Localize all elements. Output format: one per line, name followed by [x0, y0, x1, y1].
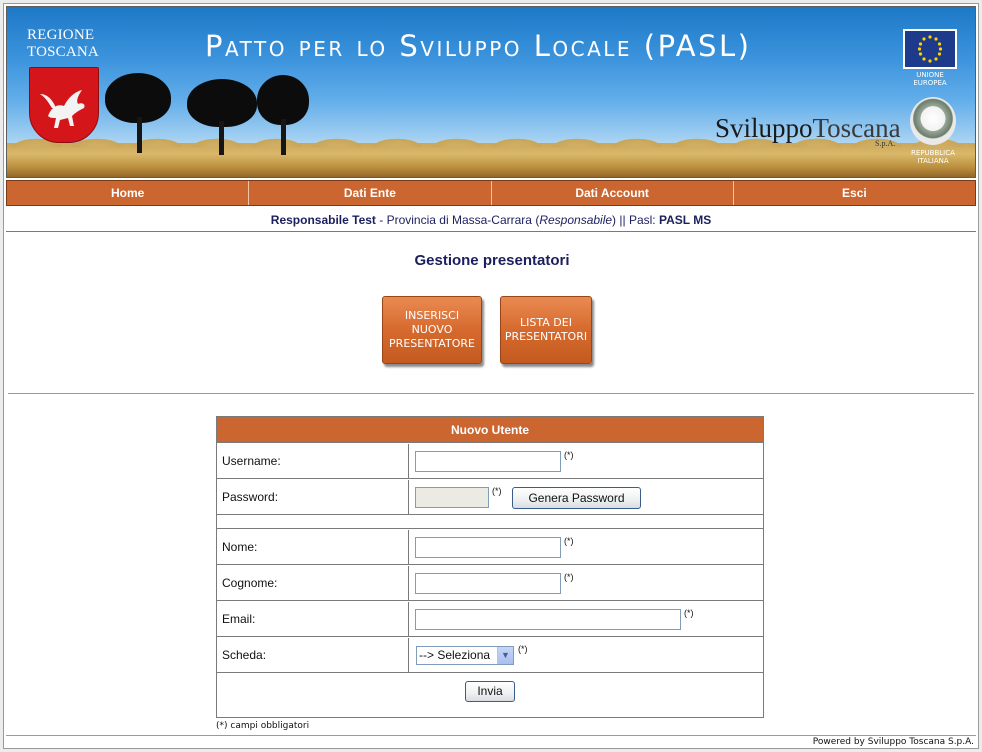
required-mark: (*) — [684, 608, 694, 618]
eu-label: UNIONE EUROPEA — [913, 71, 947, 87]
lista-presentatori-button[interactable]: LISTA DEI PRESENTATORI — [500, 296, 592, 364]
user-role: Responsabile — [539, 213, 613, 227]
cognome-label: Cognome: — [217, 566, 409, 600]
password-input[interactable] — [415, 487, 489, 508]
tree-icon — [185, 73, 259, 157]
cognome-input[interactable] — [415, 573, 561, 594]
repubblica-label: REPUBBLICA ITALIANA — [911, 149, 955, 165]
required-mark: (*) — [564, 572, 574, 582]
email-input[interactable] — [415, 609, 681, 630]
tree-icon — [101, 67, 177, 157]
cognome-row: Cognome: (*) — [217, 566, 763, 601]
powered-by-text: Powered by Sviluppo Toscana S.p.A. — [812, 737, 974, 747]
nav-dati-ente[interactable]: Dati Ente — [249, 181, 492, 205]
required-mark: (*) — [492, 486, 502, 496]
user-name: Responsabile Test — [270, 213, 376, 227]
nav-home[interactable]: Home — [7, 181, 250, 205]
pasl-name: PASL MS — [658, 213, 712, 227]
form-header: Nuovo Utente — [217, 417, 763, 443]
page-frame: REGIONE TOSCANA Patto per lo Sviluppo Lo… — [3, 3, 979, 749]
required-fields-note: (*) campi obbligatori — [216, 721, 310, 731]
email-label: Email: — [217, 602, 409, 636]
logo-spa-label: S.p.A. — [875, 139, 896, 148]
regione-line2: TOSCANA — [27, 44, 99, 60]
banner-title: Patto per lo Sviluppo Locale (PASL) — [205, 29, 752, 63]
username-input[interactable] — [415, 451, 561, 472]
scheda-select[interactable]: --> Seleziona ▼ — [416, 646, 514, 665]
regione-toscana-logo-text: REGIONE TOSCANA — [27, 27, 99, 61]
required-mark: (*) — [564, 536, 574, 546]
password-label: Password: — [217, 480, 409, 514]
header-banner: REGIONE TOSCANA Patto per lo Sviluppo Lo… — [6, 6, 976, 178]
username-row: Username: (*) — [217, 444, 763, 479]
italian-republic-emblem-icon — [910, 97, 956, 145]
main-nav: Home Dati Ente Dati Account Esci — [6, 180, 976, 206]
pegasus-icon — [40, 90, 85, 128]
form-spacer — [217, 516, 763, 529]
inserisci-nuovo-presentatore-button[interactable]: INSERISCI NUOVO PRESENTATORE — [382, 296, 482, 364]
nome-label: Nome: — [217, 530, 409, 564]
tree-icon — [255, 71, 311, 157]
divider — [8, 393, 974, 394]
scheda-row: Scheda: --> Seleziona ▼ (*) — [217, 638, 763, 673]
nuovo-utente-form: Nuovo Utente Username: (*) Password: (*)… — [216, 416, 764, 718]
pegasus-shield-icon — [29, 67, 99, 143]
user-info-bar: Responsabile Test - Provincia di Massa-C… — [6, 208, 976, 232]
nome-row: Nome: (*) — [217, 530, 763, 565]
nav-esci[interactable]: Esci — [734, 181, 975, 205]
sviluppo-toscana-logo: SviluppoToscana — [715, 113, 901, 143]
chevron-down-icon[interactable]: ▼ — [497, 647, 513, 664]
required-mark: (*) — [518, 644, 528, 654]
regione-line1: REGIONE — [27, 27, 95, 43]
footer-divider — [6, 735, 976, 736]
invia-button[interactable]: Invia — [465, 681, 515, 702]
email-row: Email: (*) — [217, 602, 763, 637]
username-label: Username: — [217, 444, 409, 478]
eu-flag-icon — [903, 29, 957, 69]
page-title: Gestione presentatori — [414, 252, 570, 269]
required-mark: (*) — [564, 450, 574, 460]
nav-dati-account[interactable]: Dati Account — [492, 181, 734, 205]
genera-password-button[interactable]: Genera Password — [512, 487, 641, 509]
nome-input[interactable] — [415, 537, 561, 558]
password-row: Password: (*) Genera Password — [217, 480, 763, 515]
scheda-label: Scheda: — [217, 638, 409, 672]
ente-name: Provincia di Massa-Carrara — [386, 213, 532, 227]
